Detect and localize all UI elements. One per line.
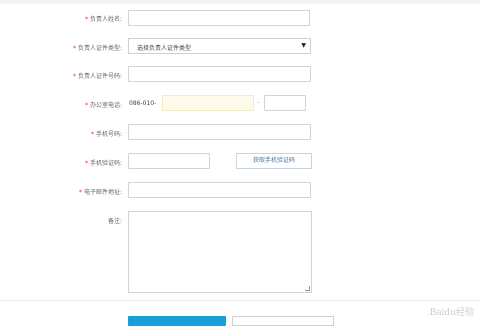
id-type-selected-value: 选择负责人证件类型 — [137, 45, 192, 52]
get-mobile-code-button[interactable]: 获取手机验证码 — [236, 153, 312, 169]
office-phone-number-input[interactable] — [162, 95, 254, 111]
required-mark: * — [72, 45, 76, 52]
office-phone-extension-input[interactable] — [264, 95, 306, 111]
id-number-input[interactable] — [128, 66, 311, 82]
required-mark: * — [78, 189, 82, 196]
required-mark: * — [72, 73, 76, 80]
manager-name-label: * 负责人姓名: — [84, 16, 122, 23]
baidu-watermark: Baidu经验 — [429, 308, 474, 318]
mobile-code-label: * 手机验证码: — [84, 160, 122, 167]
office-phone-label: * 办公室电话: — [84, 102, 122, 109]
remarks-textarea[interactable] — [128, 211, 312, 293]
id-number-label: * 负责人证件号码: — [72, 73, 122, 80]
cancel-button[interactable] — [232, 316, 334, 326]
page-top-strip — [0, 0, 480, 4]
id-type-label: * 负责人证件类型: — [72, 45, 122, 52]
form-divider — [0, 300, 480, 301]
email-label: * 电子邮件地址: — [78, 189, 122, 196]
required-mark: * — [84, 16, 88, 23]
email-input[interactable] — [128, 182, 311, 198]
resize-handle-icon[interactable] — [305, 286, 310, 291]
required-mark: * — [90, 131, 94, 138]
dropdown-arrow-icon: ▼ — [301, 42, 306, 49]
required-mark: * — [84, 160, 88, 167]
submit-button[interactable] — [128, 316, 226, 326]
remarks-label: 备注: — [107, 218, 122, 225]
required-mark: * — [84, 102, 88, 109]
mobile-code-input[interactable] — [128, 153, 210, 169]
manager-name-input[interactable] — [128, 10, 310, 26]
id-type-select[interactable]: 选择负责人证件类型 ▼ — [128, 38, 311, 54]
mobile-label: * 手机号码: — [90, 131, 122, 138]
phone-extension-separator: - — [257, 99, 260, 106]
phone-area-prefix: 086-010- — [129, 100, 157, 107]
mobile-input[interactable] — [128, 124, 311, 140]
